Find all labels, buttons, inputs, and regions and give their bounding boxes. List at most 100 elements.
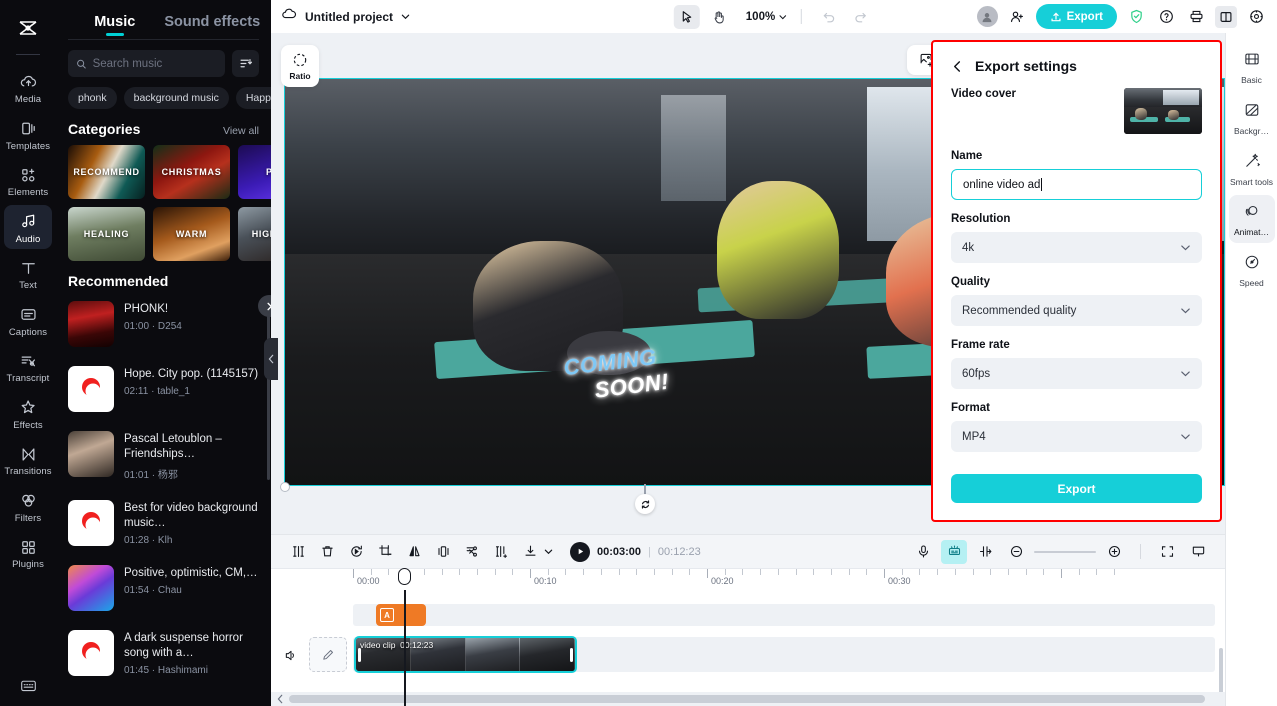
video-resize-handle[interactable] [280,482,290,492]
playhead-knob[interactable] [398,568,411,585]
capcut-logo[interactable] [8,8,48,48]
speaker-icon[interactable] [281,646,299,664]
tag-chip[interactable]: background music [123,87,229,109]
clip-trim-handle-left[interactable] [358,647,361,662]
sidebar-item-media[interactable]: Media [4,65,52,110]
keyframe-icon[interactable] [972,540,998,564]
timeline-horizontal-scrollbar[interactable] [271,692,1225,706]
export-confirm-button[interactable]: Export [951,474,1202,503]
music-track-item[interactable]: Positive, optimistic, CM,… 01:54 · Chau [68,555,259,620]
timeline-zoom-slider[interactable] [1034,550,1096,553]
tag-chip[interactable]: Happy [235,87,271,109]
mirror-icon[interactable] [401,540,427,564]
redo-icon[interactable] [848,5,874,29]
music-track-item[interactable]: Hope. City pop. (1145157) 02:11 · table_1 [68,356,259,421]
text-track[interactable] [353,604,1215,626]
chevron-down-icon[interactable] [544,547,553,556]
sidebar-item-templates[interactable]: Templates [4,112,52,157]
music-track-item[interactable]: Pascal Letoublon – Friendships… 01:01 · 杨… [68,421,259,490]
zoom-out-icon[interactable] [1003,540,1029,564]
sidebar-item-captions[interactable]: Captions [4,298,52,343]
add-person-icon[interactable] [1006,6,1028,28]
microphone-icon[interactable] [910,540,936,564]
user-avatar-icon[interactable] [976,6,998,27]
tag-chip[interactable]: phonk [68,87,117,109]
project-name[interactable]: Untitled project [305,10,393,24]
sidebar-item-text[interactable]: Text [4,251,52,296]
undo-icon[interactable] [816,5,842,29]
split-icon[interactable] [285,540,311,564]
name-input[interactable]: online video ad [951,169,1202,200]
sidebar-item-transitions[interactable]: Transitions [4,437,52,482]
property-item-basic[interactable]: Basic [1229,43,1275,91]
zoom-in-icon[interactable] [1101,540,1127,564]
field-select[interactable]: MP4 [951,421,1202,452]
category-card[interactable]: WARM [153,207,230,261]
property-item-speed[interactable]: Speed [1229,246,1275,294]
cloud-icon[interactable] [281,6,297,27]
horizontal-scroll-thumb[interactable] [289,695,1205,703]
crop-clip-icon[interactable] [372,540,398,564]
search-box[interactable] [68,50,225,77]
cut-scissors-icon[interactable] [459,540,485,564]
panel-collapse-handle[interactable] [264,338,278,380]
reverse-icon[interactable] [343,540,369,564]
fullscreen-icon[interactable] [1154,540,1180,564]
settings-gear-icon[interactable] [1245,6,1267,28]
sidebar-item-filters[interactable]: Filters [4,484,52,529]
tab-sound-effects[interactable]: Sound effects [164,8,262,39]
music-track-item[interactable]: PHONK! 01:00 · D254 [68,291,259,356]
category-card[interactable]: HEALING [68,207,145,261]
sidebar-item-audio[interactable]: Audio [4,204,52,249]
ruler-tick [1043,569,1045,575]
filter-icon[interactable] [232,50,259,77]
download-icon[interactable] [517,540,543,564]
view-all-link[interactable]: View all [223,125,259,137]
video-clip[interactable]: video clip 00:12:23 [354,636,577,673]
music-panel-scrollbar[interactable] [267,300,270,480]
delete-trash-icon[interactable] [314,540,340,564]
timeline-ruler[interactable]: 00:00 00:10 00:20 00:30 [271,568,1225,590]
present-icon[interactable] [1185,540,1211,564]
sidebar-item-elements[interactable]: Elements [4,158,52,203]
freeze-frame-icon[interactable] [430,540,456,564]
play-icon[interactable] [570,541,590,562]
video-cover-thumbnail[interactable] [1124,88,1202,134]
music-track-item[interactable]: A dark suspense horror song with a… 01:45… [68,620,259,685]
sidebar-item-transcript[interactable]: Transcript [4,344,52,389]
rotate-handle-icon[interactable] [635,494,655,514]
property-item-animat[interactable]: Animat… [1228,195,1275,244]
category-card[interactable]: HIGH TEM [238,207,271,261]
category-card[interactable]: CHRISTMAS [153,145,230,199]
shield-check-icon[interactable] [1125,6,1147,28]
hand-icon[interactable] [706,5,732,29]
cursor-arrow-icon[interactable] [673,4,700,29]
category-card[interactable]: RECOMMEND [68,145,145,199]
split-add-icon[interactable] [488,540,514,564]
layout-panel-icon[interactable] [1215,5,1237,28]
search-input[interactable] [92,57,217,70]
ratio-button[interactable]: Ratio [281,45,319,87]
field-select[interactable]: Recommended quality [951,295,1202,326]
text-clip[interactable]: A [376,604,426,626]
clip-trim-handle-right[interactable] [570,647,573,662]
sidebar-item-effects[interactable]: Effects [4,391,52,436]
keyboard-shortcuts-icon[interactable] [0,677,56,694]
property-item-smarttools[interactable]: Smart tools [1229,145,1275,193]
pencil-edit-icon[interactable] [309,637,347,672]
chevron-down-icon[interactable] [401,8,410,26]
chevron-left-icon[interactable] [271,694,289,704]
zoom-level-control[interactable]: 100% [746,11,787,23]
field-select[interactable]: 60fps [951,358,1202,389]
printer-icon[interactable] [1185,6,1207,28]
category-card[interactable]: POP [238,145,271,199]
export-button[interactable]: Export [1035,4,1117,29]
sidebar-item-plugins[interactable]: Plugins [4,530,52,575]
tab-music[interactable]: Music [66,8,164,39]
auto-captions-icon[interactable] [941,539,967,564]
property-item-backgr[interactable]: Backgr… [1229,94,1275,142]
back-button[interactable] [951,60,964,73]
field-select[interactable]: 4k [951,232,1202,263]
question-circle-icon[interactable] [1155,6,1177,28]
music-track-item[interactable]: Best for video background music… 01:28 · … [68,490,259,555]
